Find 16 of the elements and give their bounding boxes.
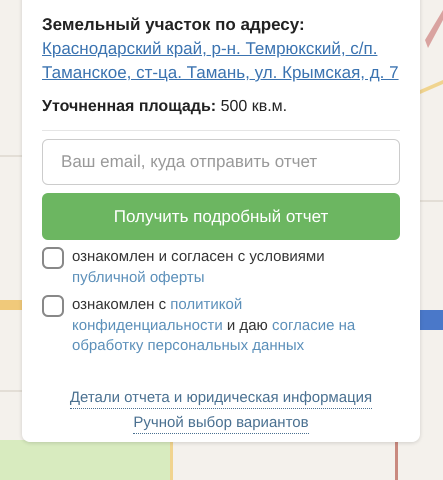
address-link[interactable]: Краснодарский край, р-н. Темрюкский, с/п. Таманское, ст-ца. Тамань, ул. Крымская, д. 7 bbox=[42, 37, 400, 85]
address-label: Земельный участок по адресу: bbox=[42, 14, 306, 36]
info-link[interactable]: Ручной выбор вариантов bbox=[133, 412, 309, 434]
checkbox[interactable] bbox=[42, 247, 64, 269]
info-link[interactable]: Детали отчета и юридическая информация bbox=[70, 386, 372, 408]
email-field[interactable]: Ваш email, куда отправить отчет bbox=[42, 139, 400, 185]
consent-link[interactable]: публичной оферты bbox=[72, 268, 205, 286]
consent-link[interactable]: политикой bbox=[170, 296, 242, 313]
area-text: Уточненная площадь: 500 кв.м. bbox=[42, 97, 288, 117]
checkbox[interactable] bbox=[42, 295, 64, 317]
consent-link[interactable]: согласие на bbox=[272, 316, 356, 334]
consent-link[interactable]: обработку персональных данных bbox=[72, 337, 304, 354]
consent-text: ознакомлен и согласен с условиями публичной оферты bbox=[72, 247, 326, 288]
submit-button[interactable]: Получить подробный отчет bbox=[42, 193, 400, 240]
consent-link[interactable]: конфиденциальности bbox=[72, 316, 223, 334]
consent-text: ознакомлен с политикой конфиденциальности и даю согласие на обработку персональных данных bbox=[72, 295, 356, 356]
